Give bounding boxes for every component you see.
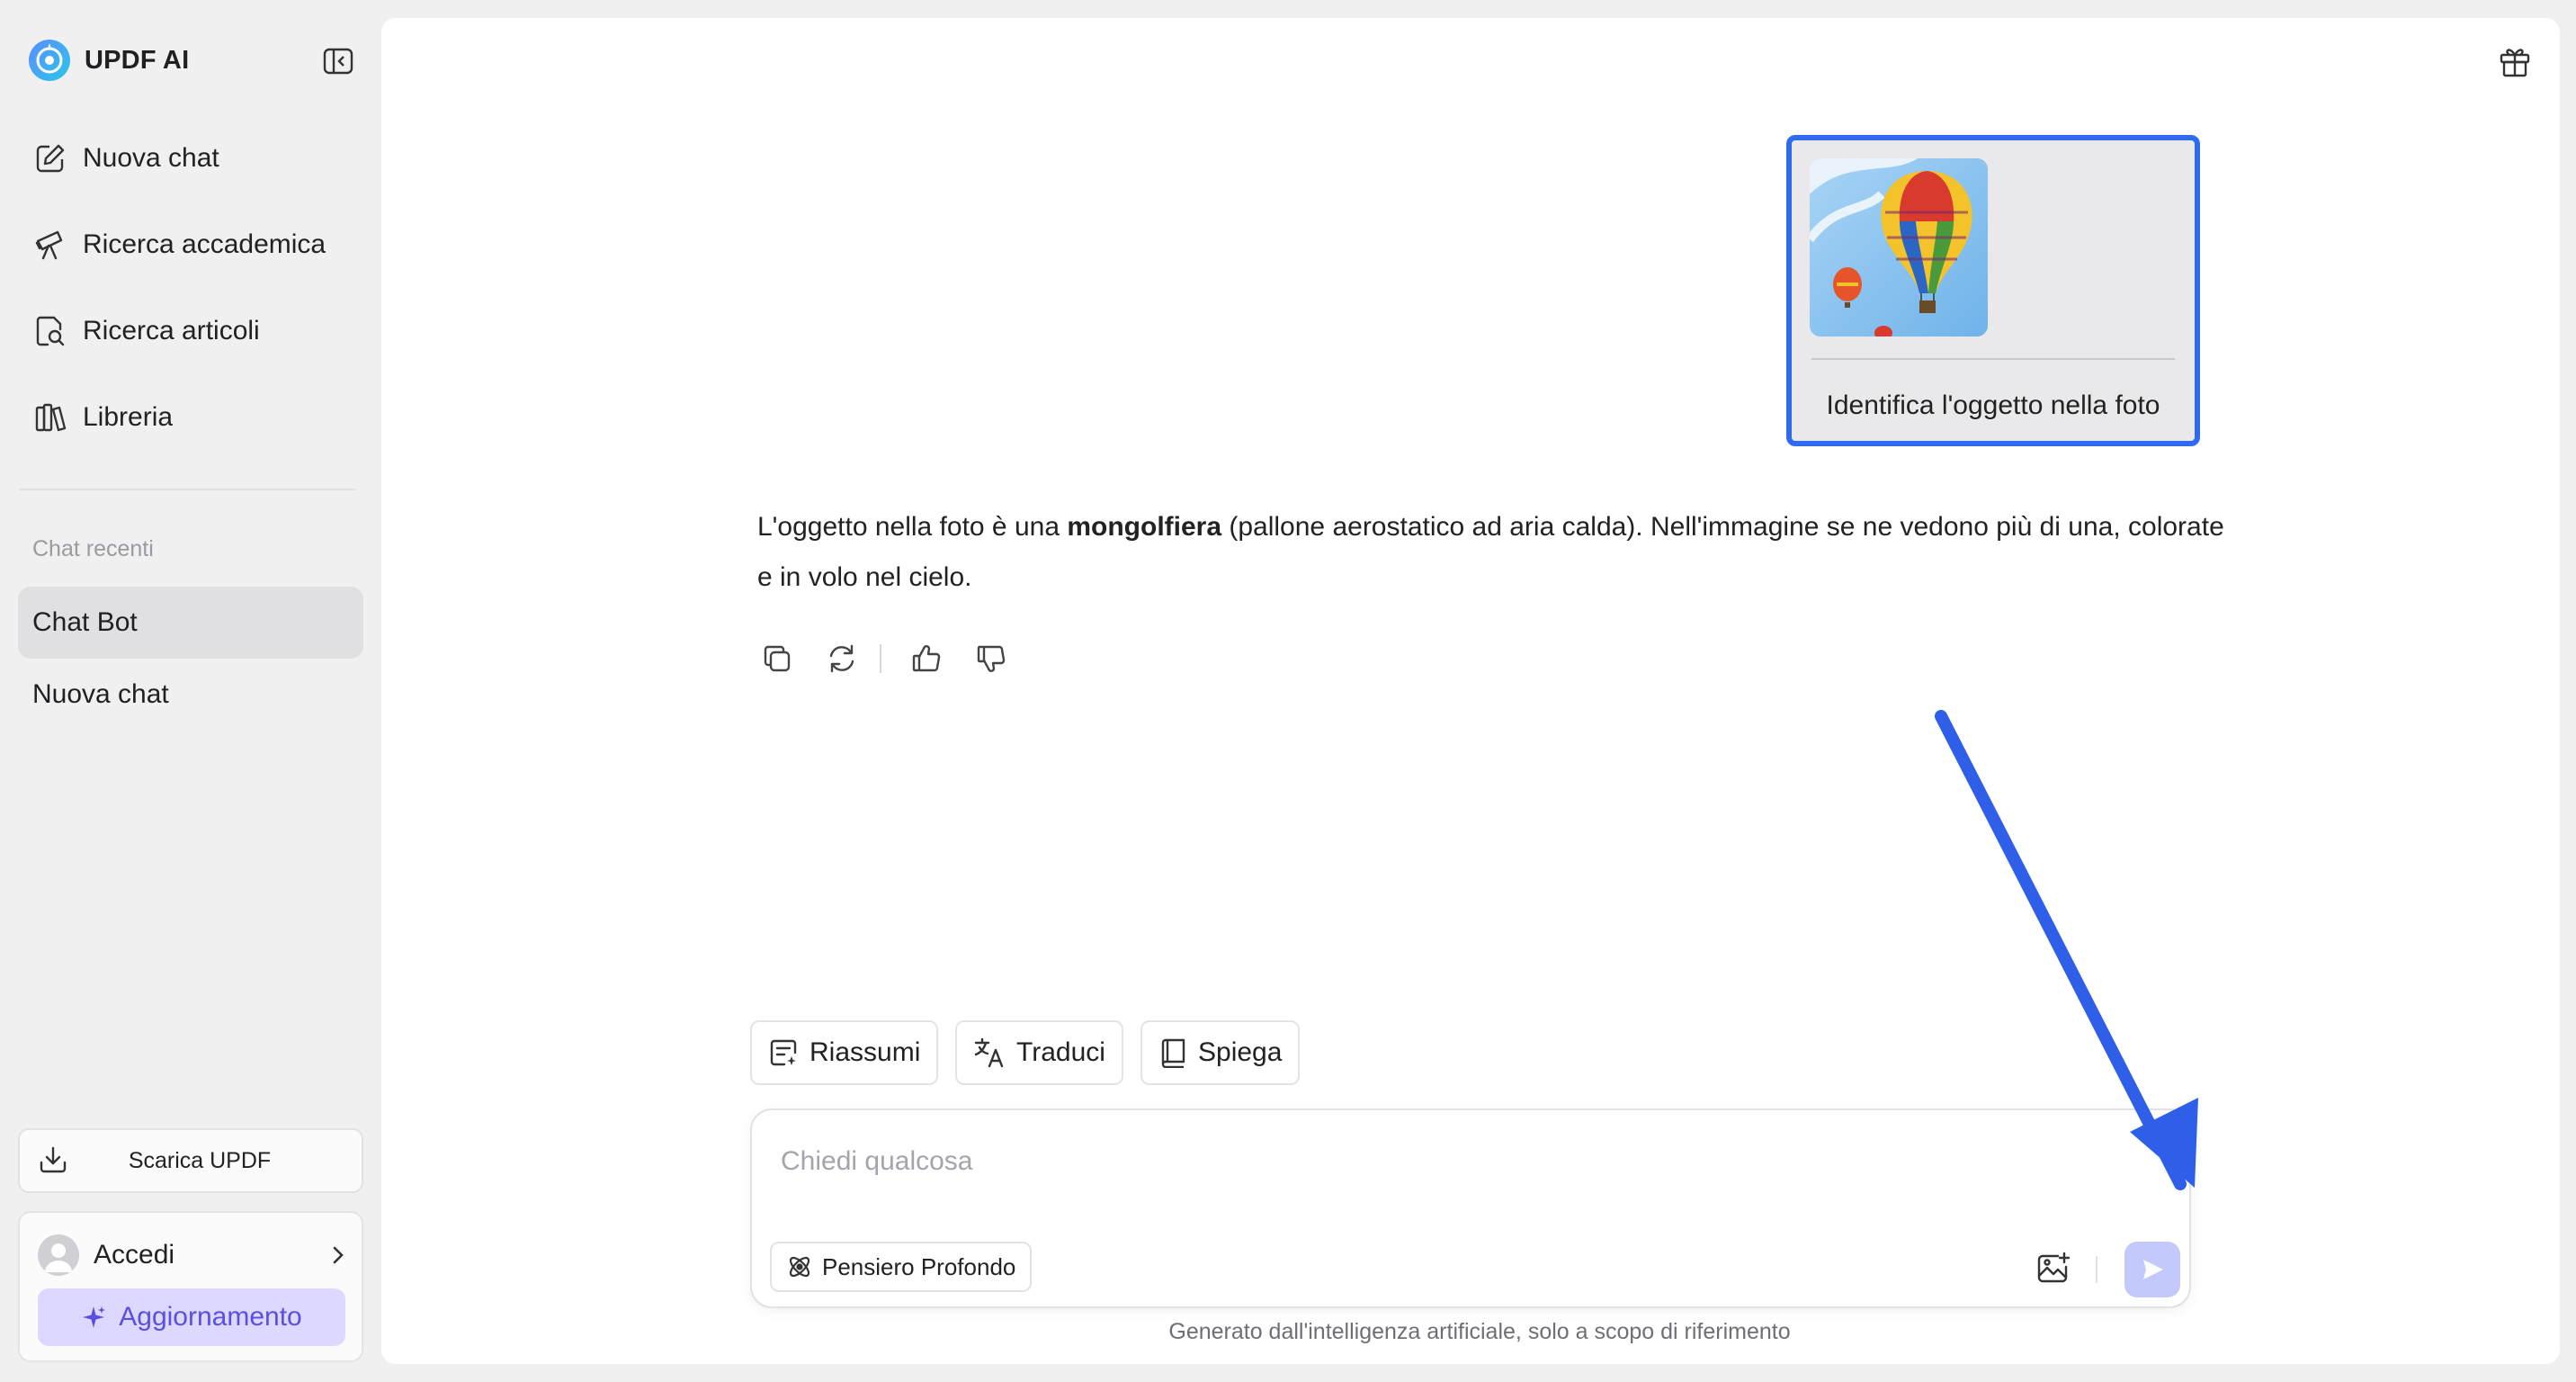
- user-message: Identifica l'oggetto nella foto: [1786, 135, 2200, 446]
- translate-button[interactable]: Traduci: [955, 1020, 1123, 1085]
- answer-text: L'oggetto nella foto è una: [757, 512, 1068, 542]
- nav-label: Nuova chat: [83, 143, 219, 173]
- chat-panel: Identifica l'oggetto nella foto L'oggett…: [381, 18, 2560, 1364]
- send-button[interactable]: [2124, 1242, 2180, 1297]
- login-label: Accedi: [94, 1240, 175, 1270]
- chat-composer: Chiedi qualcosa Pensiero Profondo: [750, 1108, 2191, 1308]
- nav-label: Ricerca articoli: [83, 316, 260, 346]
- composer-divider: [2096, 1256, 2097, 1283]
- summarize-label: Riassumi: [809, 1037, 921, 1067]
- summarize-button[interactable]: Riassumi: [750, 1020, 939, 1085]
- account-card: Accedi Aggiornamento: [18, 1211, 363, 1362]
- login-row[interactable]: Accedi: [38, 1233, 347, 1278]
- nav-label: Libreria: [83, 402, 174, 432]
- chat-input[interactable]: Chiedi qualcosa: [781, 1146, 972, 1177]
- answer-keyword: mongolfiera: [1067, 512, 1222, 542]
- deep-think-toggle[interactable]: Pensiero Profondo: [770, 1242, 1033, 1292]
- download-updf-button[interactable]: Scarica UPDF: [18, 1128, 363, 1193]
- actions-divider: [880, 644, 881, 673]
- brand: UPDF AI: [27, 38, 189, 83]
- thumbs-down-icon[interactable]: [971, 639, 1011, 678]
- atom-icon: [786, 1253, 813, 1280]
- nav-article-search[interactable]: Ricerca articoli: [32, 304, 260, 358]
- brand-name: UPDF AI: [85, 45, 190, 75]
- answer-actions: [757, 639, 1036, 678]
- telescope-icon: [32, 227, 68, 263]
- deep-think-label: Pensiero Profondo: [822, 1252, 1016, 1280]
- recent-chat-item[interactable]: Nuova chat: [18, 659, 363, 731]
- recent-chats-title: Chat recenti: [32, 536, 154, 561]
- recent-chat-item[interactable]: Chat Bot: [18, 587, 363, 659]
- gift-icon[interactable]: [2495, 41, 2535, 81]
- sparkle-icon: [81, 1305, 106, 1330]
- user-message-text: Identifica l'oggetto nella foto: [1826, 390, 2160, 420]
- copy-icon[interactable]: [757, 639, 797, 678]
- assistant-answer: L'oggetto nella foto è una mongolfiera (…: [757, 502, 2232, 603]
- hot-air-balloon-image[interactable]: [1810, 158, 1988, 337]
- upgrade-button[interactable]: Aggiornamento: [38, 1288, 345, 1346]
- sidebar-collapse-icon[interactable]: [320, 45, 356, 77]
- nav-label: Ricerca accademica: [83, 229, 326, 259]
- avatar: [38, 1234, 79, 1276]
- book-icon: [1158, 1037, 1187, 1068]
- explain-label: Spiega: [1198, 1037, 1283, 1067]
- translate-icon: [973, 1036, 1006, 1069]
- send-icon: [2139, 1256, 2166, 1283]
- download-label: Scarica UPDF: [128, 1147, 272, 1173]
- library-icon: [32, 399, 68, 435]
- disclaimer: Generato dall'intelligenza artificiale, …: [1168, 1319, 1791, 1344]
- translate-label: Traduci: [1016, 1037, 1105, 1067]
- chevron-right-icon: [329, 1243, 347, 1267]
- nav-library[interactable]: Libreria: [32, 390, 173, 444]
- image-upload-icon[interactable]: [2033, 1247, 2074, 1288]
- summarize-icon: [768, 1037, 799, 1068]
- sidebar-divider: [20, 489, 356, 490]
- nav-academic-search[interactable]: Ricerca accademica: [32, 218, 326, 272]
- sidebar: UPDF AI Nuova chat Ricerca accademica Ri…: [0, 0, 380, 1382]
- regenerate-icon[interactable]: [822, 639, 862, 678]
- updf-logo-icon: [27, 38, 72, 83]
- thumbs-up-icon[interactable]: [907, 639, 946, 678]
- message-divider: [1811, 358, 2175, 360]
- upgrade-label: Aggiornamento: [119, 1302, 302, 1332]
- edit-icon: [32, 140, 68, 176]
- nav-new-chat[interactable]: Nuova chat: [32, 131, 219, 185]
- document-search-icon: [32, 313, 68, 349]
- explain-button[interactable]: Spiega: [1140, 1020, 1301, 1085]
